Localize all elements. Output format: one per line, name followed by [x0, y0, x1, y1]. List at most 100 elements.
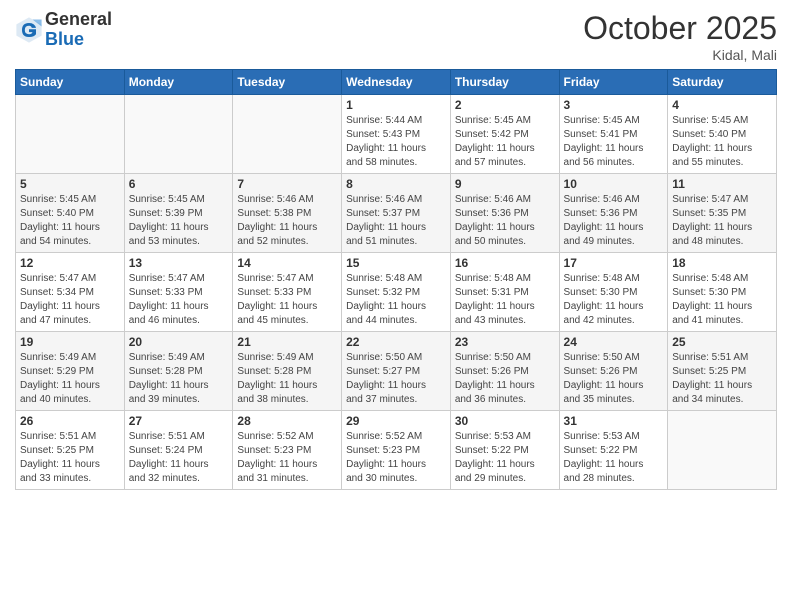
day-number: 18 [672, 256, 772, 270]
calendar-cell: 16 Sunrise: 5:48 AM Sunset: 5:31 PM Dayli… [450, 253, 559, 332]
day-number: 11 [672, 177, 772, 191]
calendar-cell: 25Sunrise: 5:51 AM Sunset: 5:25 PM Dayli… [668, 332, 777, 411]
day-number: 13 [129, 256, 229, 270]
day-info: Sunrise: 5:52 AM Sunset: 5:23 PM Dayligh… [237, 430, 337, 486]
calendar-cell: 19 Sunrise: 5:49 AM Sunset: 5:29 PM Dayli… [16, 332, 125, 411]
calendar-cell: 1 Sunrise: 5:44 AM Sunset: 5:43 PM Daylig… [342, 95, 451, 174]
calendar-cell: 5 Sunrise: 5:45 AM Sunset: 5:40 PM Daylig… [16, 174, 125, 253]
day-info: Sunrise: 5:49 AM Sunset: 5:29 PM Dayligh… [20, 351, 120, 407]
calendar-week-row: 19 Sunrise: 5:49 AM Sunset: 5:29 PM Dayli… [16, 332, 777, 411]
day-info: Sunrise: 5:48 AM Sunset: 5:30 PM Dayligh… [564, 272, 664, 328]
month-title: October 2025 [583, 10, 777, 47]
calendar-header-thursday: Thursday [450, 70, 559, 95]
day-number: 6 [129, 177, 229, 191]
day-info: Sunrise: 5:46 AM Sunset: 5:36 PM Dayligh… [564, 193, 664, 249]
day-number: 19 [20, 335, 120, 349]
calendar-cell: 17 Sunrise: 5:48 AM Sunset: 5:30 PM Dayli… [559, 253, 668, 332]
calendar-header-tuesday: Tuesday [233, 70, 342, 95]
logo-text: General Blue [45, 10, 112, 50]
day-info: Sunrise: 5:44 AM Sunset: 5:43 PM Dayligh… [346, 114, 446, 170]
day-number: 16 [455, 256, 555, 270]
day-number: 1 [346, 98, 446, 112]
calendar-cell: 22 Sunrise: 5:50 AM Sunset: 5:27 PM Dayli… [342, 332, 451, 411]
day-number: 26 [20, 414, 120, 428]
day-info: Sunrise: 5:50 AM Sunset: 5:26 PM Dayligh… [564, 351, 664, 407]
logo-general: General [45, 10, 112, 30]
day-info: Sunrise: 5:45 AM Sunset: 5:42 PM Dayligh… [455, 114, 555, 170]
calendar-cell: 20Sunrise: 5:49 AM Sunset: 5:28 PM Dayli… [124, 332, 233, 411]
day-number: 4 [672, 98, 772, 112]
logo-blue: Blue [45, 30, 112, 50]
calendar-cell: 26Sunrise: 5:51 AM Sunset: 5:25 PM Dayli… [16, 411, 125, 490]
day-info: Sunrise: 5:45 AM Sunset: 5:39 PM Dayligh… [129, 193, 229, 249]
header: General Blue October 2025 Kidal, Mali [15, 10, 777, 63]
calendar-header-monday: Monday [124, 70, 233, 95]
day-info: Sunrise: 5:50 AM Sunset: 5:26 PM Dayligh… [455, 351, 555, 407]
calendar-week-row: 26Sunrise: 5:51 AM Sunset: 5:25 PM Dayli… [16, 411, 777, 490]
day-info: Sunrise: 5:49 AM Sunset: 5:28 PM Dayligh… [129, 351, 229, 407]
calendar-cell: 11 Sunrise: 5:47 AM Sunset: 5:35 PM Dayli… [668, 174, 777, 253]
calendar-cell: 15Sunrise: 5:48 AM Sunset: 5:32 PM Dayli… [342, 253, 451, 332]
day-info: Sunrise: 5:51 AM Sunset: 5:24 PM Dayligh… [129, 430, 229, 486]
day-info: Sunrise: 5:47 AM Sunset: 5:33 PM Dayligh… [237, 272, 337, 328]
day-number: 27 [129, 414, 229, 428]
calendar-header-row: SundayMondayTuesdayWednesdayThursdayFrid… [16, 70, 777, 95]
day-number: 31 [564, 414, 664, 428]
calendar-header-friday: Friday [559, 70, 668, 95]
day-number: 12 [20, 256, 120, 270]
calendar-cell: 24 Sunrise: 5:50 AM Sunset: 5:26 PM Dayli… [559, 332, 668, 411]
calendar-header-wednesday: Wednesday [342, 70, 451, 95]
calendar-cell: 30Sunrise: 5:53 AM Sunset: 5:22 PM Dayli… [450, 411, 559, 490]
calendar-cell: 2 Sunrise: 5:45 AM Sunset: 5:42 PM Daylig… [450, 95, 559, 174]
calendar-cell [124, 95, 233, 174]
calendar-cell [233, 95, 342, 174]
day-number: 14 [237, 256, 337, 270]
calendar-cell: 4 Sunrise: 5:45 AM Sunset: 5:40 PM Daylig… [668, 95, 777, 174]
calendar-cell: 23Sunrise: 5:50 AM Sunset: 5:26 PM Dayli… [450, 332, 559, 411]
day-number: 30 [455, 414, 555, 428]
day-number: 25 [672, 335, 772, 349]
day-info: Sunrise: 5:49 AM Sunset: 5:28 PM Dayligh… [237, 351, 337, 407]
day-info: Sunrise: 5:48 AM Sunset: 5:30 PM Dayligh… [672, 272, 772, 328]
day-info: Sunrise: 5:50 AM Sunset: 5:27 PM Dayligh… [346, 351, 446, 407]
day-number: 24 [564, 335, 664, 349]
day-number: 3 [564, 98, 664, 112]
day-info: Sunrise: 5:45 AM Sunset: 5:40 PM Dayligh… [672, 114, 772, 170]
day-info: Sunrise: 5:52 AM Sunset: 5:23 PM Dayligh… [346, 430, 446, 486]
day-info: Sunrise: 5:47 AM Sunset: 5:35 PM Dayligh… [672, 193, 772, 249]
calendar-cell: 13 Sunrise: 5:47 AM Sunset: 5:33 PM Dayli… [124, 253, 233, 332]
calendar-cell [16, 95, 125, 174]
calendar-cell: 27 Sunrise: 5:51 AM Sunset: 5:24 PM Dayli… [124, 411, 233, 490]
calendar-week-row: 5 Sunrise: 5:45 AM Sunset: 5:40 PM Daylig… [16, 174, 777, 253]
day-number: 21 [237, 335, 337, 349]
day-number: 22 [346, 335, 446, 349]
calendar-cell: 18 Sunrise: 5:48 AM Sunset: 5:30 PM Dayli… [668, 253, 777, 332]
calendar-cell: 21 Sunrise: 5:49 AM Sunset: 5:28 PM Dayli… [233, 332, 342, 411]
day-number: 9 [455, 177, 555, 191]
day-number: 28 [237, 414, 337, 428]
page: General Blue October 2025 Kidal, Mali Su… [0, 0, 792, 612]
day-info: Sunrise: 5:48 AM Sunset: 5:31 PM Dayligh… [455, 272, 555, 328]
calendar-header-saturday: Saturday [668, 70, 777, 95]
day-info: Sunrise: 5:45 AM Sunset: 5:41 PM Dayligh… [564, 114, 664, 170]
calendar-cell: 7Sunrise: 5:46 AM Sunset: 5:38 PM Daylig… [233, 174, 342, 253]
day-info: Sunrise: 5:45 AM Sunset: 5:40 PM Dayligh… [20, 193, 120, 249]
general-blue-icon [15, 16, 43, 44]
day-info: Sunrise: 5:47 AM Sunset: 5:34 PM Dayligh… [20, 272, 120, 328]
calendar-cell: 29 Sunrise: 5:52 AM Sunset: 5:23 PM Dayli… [342, 411, 451, 490]
day-number: 2 [455, 98, 555, 112]
calendar-cell: 28 Sunrise: 5:52 AM Sunset: 5:23 PM Dayli… [233, 411, 342, 490]
calendar-cell: 6 Sunrise: 5:45 AM Sunset: 5:39 PM Daylig… [124, 174, 233, 253]
day-number: 5 [20, 177, 120, 191]
day-info: Sunrise: 5:46 AM Sunset: 5:36 PM Dayligh… [455, 193, 555, 249]
day-number: 17 [564, 256, 664, 270]
day-info: Sunrise: 5:46 AM Sunset: 5:38 PM Dayligh… [237, 193, 337, 249]
calendar-cell [668, 411, 777, 490]
day-number: 29 [346, 414, 446, 428]
day-info: Sunrise: 5:46 AM Sunset: 5:37 PM Dayligh… [346, 193, 446, 249]
day-info: Sunrise: 5:47 AM Sunset: 5:33 PM Dayligh… [129, 272, 229, 328]
logo: General Blue [15, 10, 112, 50]
calendar-cell: 14 Sunrise: 5:47 AM Sunset: 5:33 PM Dayli… [233, 253, 342, 332]
calendar-week-row: 1 Sunrise: 5:44 AM Sunset: 5:43 PM Daylig… [16, 95, 777, 174]
calendar-week-row: 12 Sunrise: 5:47 AM Sunset: 5:34 PM Dayli… [16, 253, 777, 332]
